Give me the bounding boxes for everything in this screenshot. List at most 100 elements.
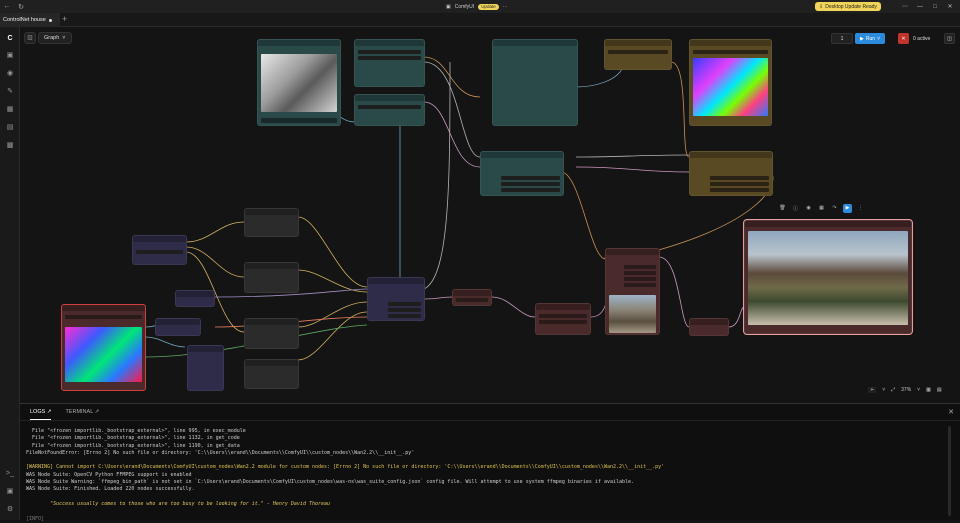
node-widget[interactable] xyxy=(710,176,769,180)
assets-icon[interactable]: ▩ xyxy=(4,139,16,151)
maximize-icon[interactable]: □ xyxy=(927,0,943,13)
node-widget[interactable] xyxy=(624,271,656,275)
node-preview-image-teal[interactable] xyxy=(492,39,578,126)
node-sampler-custom[interactable] xyxy=(367,277,425,321)
node-preview-image-output[interactable] xyxy=(743,219,913,335)
bypass-icon[interactable]: ↷ xyxy=(830,204,839,213)
zoom-level[interactable]: 37% xyxy=(901,387,911,393)
node-widget[interactable] xyxy=(388,308,421,312)
node-widget[interactable] xyxy=(710,182,769,186)
info-icon[interactable]: ⓘ xyxy=(791,204,800,213)
node-library-icon[interactable]: ✎ xyxy=(4,85,16,97)
toggle-panel-button[interactable]: ◫ xyxy=(944,33,955,44)
cancel-run-button[interactable]: ✕ xyxy=(898,33,909,44)
node-depth-anything[interactable] xyxy=(354,39,425,87)
node-widget[interactable] xyxy=(501,176,560,180)
back-icon[interactable]: ← xyxy=(0,0,14,13)
comfy-logo-icon[interactable]: C xyxy=(4,32,16,44)
select-mode-icon[interactable]: ➢ xyxy=(868,387,877,393)
node-widget[interactable] xyxy=(608,50,668,54)
terminal-toggle-icon[interactable]: >_ xyxy=(4,467,16,479)
panel-toggle-icon[interactable]: ▣ xyxy=(4,485,16,497)
node-vae-decode[interactable] xyxy=(452,289,492,306)
desktop-update-label: Desktop Update Ready xyxy=(825,3,877,10)
minimize-icon[interactable]: — xyxy=(912,0,928,13)
add-tab-icon[interactable]: + xyxy=(62,14,67,25)
run-count-input[interactable]: 1 xyxy=(831,33,853,44)
node-widget[interactable] xyxy=(358,56,421,60)
log-scrollbar[interactable] xyxy=(948,426,951,516)
node-widget[interactable] xyxy=(456,298,488,302)
run-button[interactable]: ▶ Run ˅ xyxy=(855,33,885,44)
log-line: [WARNING] Cannot import C:\Users\erand\D… xyxy=(26,464,665,471)
node-text-3[interactable] xyxy=(244,318,299,349)
node-text-positive[interactable] xyxy=(244,208,299,237)
node-small-purple-2[interactable] xyxy=(187,345,224,391)
node-load-image-normal[interactable] xyxy=(689,39,772,126)
graph-canvas[interactable]: 🗑 ⓘ ◉ ▦ ↷ ▶ ⋮ ➢ ˅ ⤢ 37% ˅ ▦ ▤ xyxy=(20,27,960,403)
graph-breadcrumb[interactable]: Graph ˅ xyxy=(38,32,72,44)
node-widget[interactable] xyxy=(501,182,560,186)
tab-terminal[interactable]: TERMINAL ↗ xyxy=(65,409,99,415)
tab-logs[interactable]: LOGS ↗ xyxy=(30,409,52,420)
grid-icon[interactable]: ▦ xyxy=(817,204,826,213)
node-load-image-depth[interactable] xyxy=(61,304,146,391)
node-text-2[interactable] xyxy=(244,262,299,293)
download-icon: ⇩ xyxy=(819,3,824,10)
node-widget[interactable] xyxy=(358,50,421,54)
node-prompt-input[interactable] xyxy=(132,235,187,265)
refresh-icon[interactable]: ↻ xyxy=(14,0,28,13)
node-widget[interactable] xyxy=(624,283,656,287)
node-widget[interactable] xyxy=(65,315,142,319)
node-widget[interactable] xyxy=(388,314,421,318)
node-save-image[interactable] xyxy=(689,318,729,336)
settings-icon[interactable]: ⚙ xyxy=(4,503,16,515)
chevron-down-icon[interactable]: ˅ xyxy=(882,387,885,393)
node-widget[interactable] xyxy=(501,188,560,192)
node-widget[interactable] xyxy=(388,302,421,306)
node-load-checkpoint[interactable] xyxy=(604,39,672,70)
active-queue-count[interactable]: 0 active xyxy=(913,33,930,44)
trash-icon[interactable]: 🗑 xyxy=(778,204,787,213)
node-apply-controlnet-1[interactable] xyxy=(480,151,564,196)
pin-icon[interactable]: ▶ xyxy=(843,203,852,213)
workflows-icon[interactable]: ▦ xyxy=(4,103,16,115)
layers-button[interactable]: ◫ xyxy=(24,32,36,44)
menu-icon[interactable]: ⋯ xyxy=(897,0,913,13)
minimap-icon[interactable]: ▦ xyxy=(926,387,931,393)
desktop-update-button[interactable]: ⇩ Desktop Update Ready xyxy=(815,2,881,11)
model-library-icon[interactable]: ◉ xyxy=(4,67,16,79)
node-widget[interactable] xyxy=(710,188,769,192)
node-widget[interactable] xyxy=(539,314,587,318)
node-small-purple-1[interactable] xyxy=(175,290,215,307)
node-empty-latent[interactable] xyxy=(155,318,201,336)
update-badge[interactable]: Update xyxy=(478,3,499,10)
chevron-down-icon[interactable]: ˅ xyxy=(917,387,920,393)
unsaved-dot-icon xyxy=(48,18,52,22)
node-apply-controlnet-2[interactable] xyxy=(689,151,773,196)
node-ksampler[interactable] xyxy=(605,248,660,335)
node-widget[interactable] xyxy=(136,250,183,254)
tab-controlnet-house[interactable]: ControlNet house xyxy=(0,13,60,27)
node-widget[interactable] xyxy=(539,320,587,324)
fit-view-icon[interactable]: ⤢ xyxy=(891,387,895,393)
node-controlnet-loader[interactable] xyxy=(354,94,425,126)
log-line: File "<frozen importlib._bootstrap_exter… xyxy=(26,428,246,434)
graph-label: Graph xyxy=(44,35,60,41)
templates-icon[interactable]: ▤ xyxy=(4,121,16,133)
node-text-4[interactable] xyxy=(244,359,299,389)
color-icon[interactable]: ◉ xyxy=(804,204,813,213)
node-widget[interactable] xyxy=(624,277,656,281)
queue-icon[interactable]: ▣ xyxy=(4,49,16,61)
close-panel-icon[interactable]: ✕ xyxy=(948,408,954,416)
link-visibility-icon[interactable]: ▤ xyxy=(937,387,942,393)
color-map-preview xyxy=(65,327,142,382)
node-widget[interactable] xyxy=(693,50,768,54)
node-upscale[interactable] xyxy=(535,303,591,335)
node-load-image[interactable] xyxy=(257,39,341,126)
node-widget[interactable] xyxy=(624,265,656,269)
node-widget[interactable] xyxy=(358,105,421,109)
more-vert-icon[interactable]: ⋮ xyxy=(856,204,865,213)
close-window-icon[interactable]: ✕ xyxy=(942,0,958,13)
more-icon[interactable]: ⋯ xyxy=(503,4,508,10)
